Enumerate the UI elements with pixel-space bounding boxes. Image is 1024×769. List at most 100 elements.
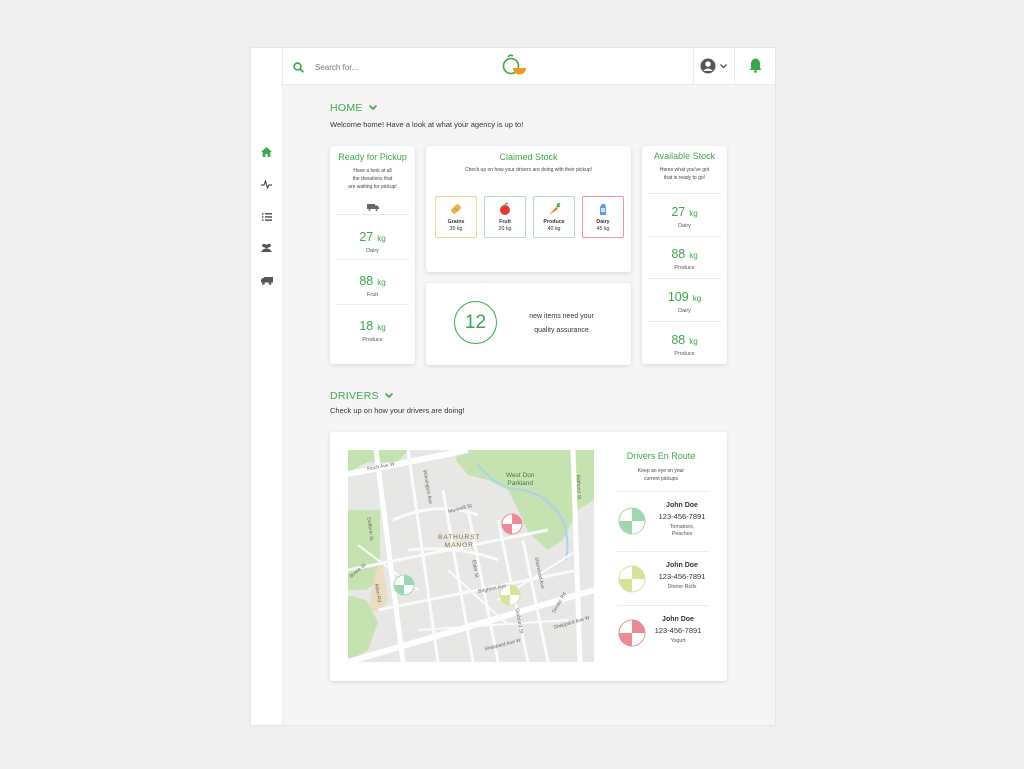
description-line: current pickups	[644, 476, 678, 482]
card-description: Check up on how your drivers are doing w…	[464, 167, 592, 173]
divider	[648, 278, 721, 279]
sidebar	[251, 48, 283, 725]
stat-value: 88	[359, 274, 374, 288]
stock-tile-fruit[interactable]: Fruit 20 kg	[484, 196, 526, 238]
stock-tile-grains[interactable]: Grains 35 kg	[435, 196, 477, 238]
quality-line: new items need your	[529, 313, 594, 320]
quality-count: 12	[454, 301, 497, 344]
drivers-section-title[interactable]: DRIVERS	[330, 390, 394, 402]
quality-assurance-card[interactable]: 12 new items need your quality assurance	[426, 283, 631, 365]
tile-name: Produce	[543, 219, 565, 225]
stat-dairy: 27 kg Dairy	[642, 203, 727, 229]
stat-label: Produce	[674, 265, 695, 271]
home-section-title[interactable]: HOME	[330, 102, 377, 114]
tile-amount: 35 kg	[449, 226, 463, 232]
description-line: Keep an eye on your	[637, 468, 685, 474]
driver-phone: 123-456-7891	[658, 512, 706, 521]
chevron-down-icon	[384, 392, 394, 399]
stat-fruit: 88 kg Fruit	[330, 272, 415, 298]
stat-label: Fruit	[367, 292, 378, 298]
card-description: Heres what you've got that is ready to g…	[642, 166, 727, 182]
tile-amount: 40 kg	[547, 226, 561, 232]
drivers-map[interactable]: Finch Ave W Wilmington Ave Bathurst St D…	[348, 450, 594, 662]
stat-unit: kg	[377, 323, 386, 332]
home-icon[interactable]	[260, 145, 273, 158]
ready-for-pickup-card: Ready for Pickup Have a look at all the …	[330, 146, 415, 364]
people-icon[interactable]	[260, 241, 273, 254]
map-neighbourhood-label: BATHURST MANOR	[438, 534, 481, 550]
stat-value: 109	[667, 290, 689, 304]
description-line: the donations that	[352, 176, 393, 182]
stock-tile-produce[interactable]: Produce 40 kg	[533, 196, 575, 238]
driver-item: Yogurt	[670, 638, 686, 644]
description-line: are waiting for pickup!	[348, 184, 397, 190]
topbar-divider	[693, 48, 694, 84]
app-logo	[500, 54, 528, 83]
divider	[617, 605, 709, 606]
list-icon[interactable]	[260, 210, 273, 223]
stat-label: Produce	[362, 337, 383, 343]
truck-icon[interactable]	[260, 274, 273, 287]
drivers-subtitle: Check up on how your drivers are doing!	[330, 406, 465, 415]
stock-tile-dairy[interactable]: Dairy 45 kg	[582, 196, 624, 238]
driver-info: John Doe 123-456-7891 Tomatoes, Peaches	[651, 502, 713, 538]
stat-value: 27	[359, 230, 374, 244]
divider	[336, 304, 409, 305]
top-bar	[283, 48, 775, 85]
driver-info: John Doe 123-456-7891 Dinner Rolls	[651, 562, 713, 591]
divider	[648, 236, 721, 237]
driver-phone: 123-456-7891	[658, 572, 706, 581]
card-description: Have a look at all the donations that ar…	[330, 167, 415, 191]
driver-row[interactable]: John Doe 123-456-7891 Yogurt	[617, 615, 712, 661]
divider	[617, 551, 709, 552]
milk-icon	[600, 204, 606, 215]
stat-unit: kg	[689, 337, 698, 346]
bread-icon	[451, 204, 461, 214]
driver-row[interactable]: John Doe 123-456-7891 Tomatoes, Peaches	[617, 500, 712, 552]
search-input[interactable]	[313, 58, 457, 76]
map-park-label: West Don Parkland	[506, 472, 534, 488]
tile-name: Fruit	[499, 219, 511, 225]
card-title: Available Stock	[653, 151, 716, 161]
stat-produce: 88 kg Produce	[642, 331, 727, 357]
divider	[648, 193, 721, 194]
stat-unit: kg	[377, 234, 386, 243]
search-icon	[293, 60, 304, 78]
home-subtitle: Welcome home! Have a look at what your a…	[330, 120, 524, 129]
neighbourhood-label-line: MANOR	[444, 542, 474, 549]
driver-item: Dinner Rolls	[667, 584, 697, 590]
apple-icon	[500, 202, 510, 215]
stat-label: Dairy	[678, 223, 691, 229]
description-line: that is ready to go!	[663, 175, 706, 181]
avatar-icon	[700, 58, 716, 74]
app-frame: HOME Welcome home! Have a look at what y…	[250, 47, 776, 726]
driver-row[interactable]: John Doe 123-456-7891 Dinner Rolls	[617, 561, 712, 607]
stat-unit: kg	[689, 209, 698, 218]
driver-name: John Doe	[666, 502, 698, 509]
stat-unit: kg	[377, 278, 386, 287]
driver-avatar-icon	[618, 619, 646, 647]
drivers-title: DRIVERS	[330, 390, 379, 402]
stat-unit: kg	[689, 251, 698, 260]
divider	[336, 214, 409, 215]
neighbourhood-label-line: BATHURST	[438, 534, 481, 541]
stat-unit: kg	[692, 294, 702, 303]
stat-produce: 88 kg Produce	[642, 245, 727, 271]
tile-amount: 45 kg	[596, 226, 610, 232]
bell-icon[interactable]	[749, 58, 762, 78]
stat-value: 27	[671, 205, 686, 219]
profile-menu[interactable]	[700, 58, 730, 74]
tile-name: Grains	[447, 219, 465, 225]
driver-item: Peaches	[671, 531, 693, 537]
driver-avatar-icon	[618, 507, 646, 535]
stat-label: Produce	[674, 351, 695, 357]
quality-line: quality assurance	[534, 327, 589, 334]
park-label-line: West Don	[506, 472, 535, 479]
en-route-description: Keep an eye on your current pickups	[606, 467, 716, 483]
map-label: Bathurst St	[574, 474, 583, 500]
stat-label: Dairy	[678, 308, 691, 314]
activity-icon[interactable]	[260, 178, 273, 191]
tile-amount: 20 kg	[498, 226, 512, 232]
divider	[648, 321, 721, 322]
driver-items: Tomatoes, Peaches	[651, 524, 713, 538]
